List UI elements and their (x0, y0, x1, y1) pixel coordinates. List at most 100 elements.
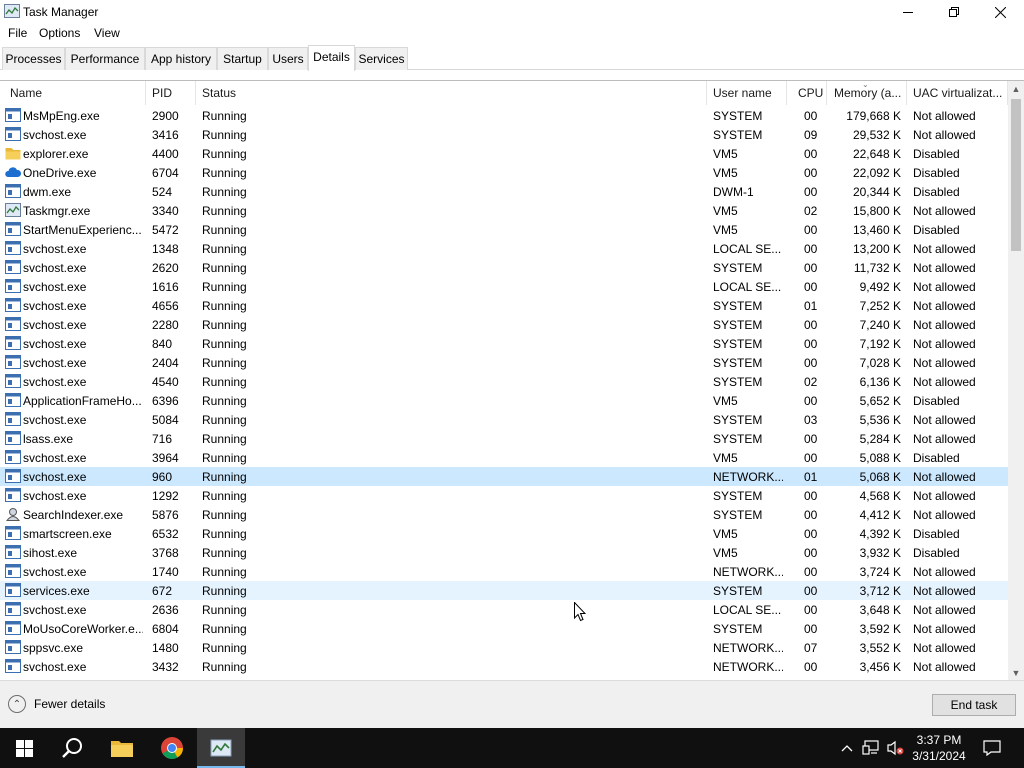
search-button[interactable] (48, 728, 96, 768)
clock[interactable]: 3:37 PM 3/31/2024 (906, 732, 972, 764)
process-name: svchost.exe (23, 413, 87, 427)
table-row[interactable]: smartscreen.exe 6532 Running VM5 00 4,392 K Di… (0, 524, 1008, 543)
volume-button[interactable] (884, 728, 906, 768)
process-status: Running (202, 185, 247, 199)
table-row[interactable]: sppsvc.exe 1480 Running NETWORK... 07 3,552 K… (0, 638, 1008, 657)
column-header-user-name[interactable]: User name (707, 81, 787, 105)
process-pid: 672 (152, 584, 173, 598)
tab-details[interactable]: Details (308, 45, 355, 71)
table-row[interactable]: svchost.exe 3432 Running NETWORK... 00 3,456 … (0, 657, 1008, 676)
process-cpu: 01 (804, 299, 818, 313)
table-row[interactable]: lsass.exe 716 Running SYSTEM 00 5,284 K Not al… (0, 429, 1008, 448)
process-cpu: 00 (804, 394, 818, 408)
table-row[interactable]: svchost.exe 2620 Running SYSTEM 00 11,732 K No… (0, 258, 1008, 277)
process-memory: 7,240 K (859, 318, 901, 332)
process-name: Taskmgr.exe (23, 204, 91, 218)
table-row[interactable]: svchost.exe 2404 Running SYSTEM 00 7,028 K Not… (0, 353, 1008, 372)
chrome-button[interactable] (148, 728, 196, 768)
process-cpu: 00 (804, 109, 818, 123)
task-manager-taskbar-button[interactable] (197, 728, 245, 768)
tab-performance[interactable]: Performance (65, 47, 145, 70)
process-memory: 5,652 K (859, 394, 901, 408)
restore-button[interactable] (931, 0, 977, 24)
column-header-cpu[interactable]: CPU (787, 81, 827, 105)
process-cpu: 00 (804, 242, 818, 256)
action-center-button[interactable] (978, 728, 1006, 768)
process-memory: 3,932 K (859, 546, 901, 560)
table-row[interactable]: services.exe 672 Running SYSTEM 00 3,712 K Not… (0, 581, 1008, 600)
table-row[interactable]: svchost.exe 960 Running NETWORK... 01 5,068 K… (0, 467, 1008, 486)
scroll-up-arrow-icon[interactable]: ▲ (1008, 81, 1024, 97)
network-button[interactable] (860, 728, 882, 768)
table-row[interactable]: sihost.exe 3768 Running VM5 00 3,932 K Disable… (0, 543, 1008, 562)
process-pid: 2404 (152, 356, 179, 370)
menu-file[interactable]: File (8, 26, 27, 40)
table-row[interactable]: OneDrive.exe 6704 Running VM5 00 22,092 K Disa… (0, 163, 1008, 182)
process-status: Running (202, 622, 247, 636)
show-hidden-icons-button[interactable] (838, 728, 856, 768)
process-status: Running (202, 565, 247, 579)
process-pid: 1740 (152, 565, 179, 579)
column-header-status[interactable]: Status (196, 81, 707, 105)
table-row[interactable]: MoUsoCoreWorker.e... 6804 Running SYSTEM 00 3… (0, 619, 1008, 638)
start-button[interactable] (0, 728, 48, 768)
menu-view[interactable]: View (94, 26, 120, 40)
table-row[interactable]: svchost.exe 3964 Running VM5 00 5,088 K Disabl… (0, 448, 1008, 467)
column-header-name[interactable]: Name (0, 81, 146, 105)
process-pid: 6532 (152, 527, 179, 541)
process-status: Running (202, 204, 247, 218)
task-manager-icon (5, 203, 21, 217)
process-uac: Not allowed (913, 375, 976, 389)
process-pid: 4540 (152, 375, 179, 389)
minimize-button[interactable] (885, 0, 931, 24)
table-row[interactable]: svchost.exe 1292 Running SYSTEM 00 4,568 K Not… (0, 486, 1008, 505)
file-explorer-button[interactable] (98, 728, 146, 768)
table-row[interactable]: dwm.exe 524 Running DWM-1 00 20,344 K Disabled (0, 182, 1008, 201)
table-row[interactable]: svchost.exe 840 Running SYSTEM 00 7,192 K Not … (0, 334, 1008, 353)
table-row[interactable]: svchost.exe 4540 Running SYSTEM 02 6,136 K Not… (0, 372, 1008, 391)
scrollbar-thumb[interactable] (1011, 99, 1021, 251)
table-row[interactable]: svchost.exe 2636 Running LOCAL SE... 00 3,648… (0, 600, 1008, 619)
table-row[interactable]: svchost.exe 3416 Running SYSTEM 09 29,532 K No… (0, 125, 1008, 144)
process-user: NETWORK... (713, 660, 783, 674)
process-uac: Not allowed (913, 622, 976, 636)
process-name: SearchIndexer.exe (23, 508, 124, 522)
tab-app-history[interactable]: App history (145, 47, 217, 70)
table-row[interactable]: explorer.exe 4400 Running VM5 00 22,648 K Disa… (0, 144, 1008, 163)
column-header-pid[interactable]: PID (146, 81, 196, 105)
table-row[interactable]: svchost.exe 4656 Running SYSTEM 01 7,252 K Not… (0, 296, 1008, 315)
table-row[interactable]: svchost.exe 1348 Running LOCAL SE... 00 13,20… (0, 239, 1008, 258)
process-pid: 3340 (152, 204, 179, 218)
process-pid: 6804 (152, 622, 179, 636)
tab-users[interactable]: Users (268, 47, 308, 70)
tab-services[interactable]: Services (355, 47, 408, 70)
tab-startup[interactable]: Startup (217, 47, 268, 70)
scroll-down-arrow-icon[interactable]: ▼ (1008, 665, 1024, 681)
tab-processes[interactable]: Processes (2, 47, 65, 70)
table-row[interactable]: svchost.exe 1740 Running NETWORK... 00 3,724 … (0, 562, 1008, 581)
table-row[interactable]: svchost.exe 2280 Running SYSTEM 00 7,240 K Not… (0, 315, 1008, 334)
menu-options[interactable]: Options (39, 26, 80, 40)
end-task-button[interactable]: End task (932, 694, 1016, 716)
process-user: SYSTEM (713, 261, 763, 275)
app-window-icon (5, 336, 21, 350)
process-pid: 840 (152, 337, 173, 351)
table-row[interactable]: Taskmgr.exe 3340 Running VM5 02 15,800 K Not a… (0, 201, 1008, 220)
close-button[interactable] (977, 0, 1023, 24)
table-row[interactable]: MsMpEng.exe 2900 Running SYSTEM 00 179,668 K N… (0, 106, 1008, 125)
column-header-uac[interactable]: UAC virtualizat... (907, 81, 1008, 105)
process-cpu: 00 (804, 166, 818, 180)
fewer-details-button[interactable]: ⌃ Fewer details (8, 695, 105, 713)
app-window-icon (5, 127, 21, 141)
process-pid: 2620 (152, 261, 179, 275)
table-row[interactable]: SearchIndexer.exe 5876 Running SYSTEM 00 4,41… (0, 505, 1008, 524)
table-row[interactable]: ApplicationFrameHo... 6396 Running VM5 00 5,6… (0, 391, 1008, 410)
table-row[interactable]: StartMenuExperienc... 5472 Running VM5 00 13,… (0, 220, 1008, 239)
table-row[interactable]: svchost.exe 1616 Running LOCAL SE... 00 9,492… (0, 277, 1008, 296)
vertical-scrollbar[interactable]: ▲ ▼ (1008, 81, 1024, 681)
process-uac: Not allowed (913, 641, 976, 655)
process-name: MsMpEng.exe (23, 109, 100, 123)
process-pid: 1480 (152, 641, 179, 655)
table-row[interactable]: svchost.exe 5084 Running SYSTEM 03 5,536 K Not… (0, 410, 1008, 429)
process-uac: Not allowed (913, 508, 976, 522)
